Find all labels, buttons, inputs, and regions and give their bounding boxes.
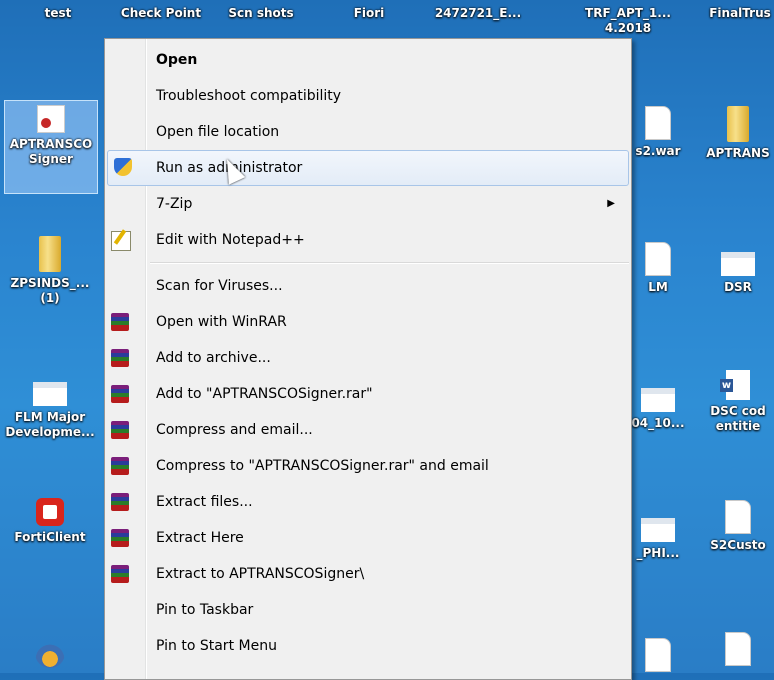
menu-item-label: Extract files... xyxy=(156,494,253,510)
menu-item-compress-and-email[interactable]: Compress and email... xyxy=(105,412,631,448)
spreadsheet-icon xyxy=(645,638,671,672)
menu-item-label: Scan for Viruses... xyxy=(156,278,283,294)
menu-item-label: Edit with Notepad++ xyxy=(156,232,305,248)
desktop-icon-label: APTRANSCO Signer xyxy=(9,137,93,166)
menu-item-extract-to-folder[interactable]: Extract to APTRANSCOSigner\ xyxy=(105,556,631,592)
menu-item-open-with-winrar[interactable]: Open with WinRAR xyxy=(105,304,631,340)
winrar-icon xyxy=(111,529,129,547)
window-icon xyxy=(641,388,675,412)
menu-item-open[interactable]: Open xyxy=(105,42,631,78)
desktop-icon-aptransco-signer[interactable]: APTRANSCO Signer xyxy=(4,100,98,194)
winrar-icon xyxy=(111,457,129,475)
document-icon xyxy=(725,632,751,666)
menu-item-scan-for-viruses[interactable]: Scan for Viruses... xyxy=(105,268,631,304)
desktop-icon-bottom-right[interactable] xyxy=(692,632,774,670)
menu-item-pin-to-taskbar[interactable]: Pin to Taskbar xyxy=(105,592,631,628)
winrar-icon xyxy=(111,421,129,439)
desktop-icon-check-point[interactable]: Check Point xyxy=(115,6,207,21)
menu-item-troubleshoot-compatibility[interactable]: Troubleshoot compatibility xyxy=(105,78,631,114)
desktop-icon-label: TRF_APT_1... 4.2018 xyxy=(585,6,671,35)
desktop-icon-trf-apt[interactable]: TRF_APT_1... 4.2018 xyxy=(582,6,674,36)
winrar-icon xyxy=(111,565,129,583)
menu-item-label: Open with WinRAR xyxy=(156,314,287,330)
desktop-icon-2472721[interactable]: 2472721_E... xyxy=(432,6,524,21)
menu-separator xyxy=(150,262,629,264)
menu-item-compress-to-rar-and-email[interactable]: Compress to "APTRANSCOSigner.rar" and em… xyxy=(105,448,631,484)
menu-item-label: Troubleshoot compatibility xyxy=(156,88,342,104)
winrar-icon xyxy=(111,349,129,367)
document-icon xyxy=(645,242,671,276)
desktop-icon-finaltrus[interactable]: FinalTrus xyxy=(694,6,774,21)
menu-item-label: Extract to APTRANSCOSigner\ xyxy=(156,566,365,582)
menu-item-label: Add to archive... xyxy=(156,350,271,366)
menu-item-add-to-archive[interactable]: Add to archive... xyxy=(105,340,631,376)
menu-item-label: Extract Here xyxy=(156,530,244,546)
document-icon xyxy=(725,500,751,534)
menu-item-extract-files[interactable]: Extract files... xyxy=(105,484,631,520)
desktop-icon-dsr[interactable]: DSR xyxy=(692,242,774,295)
desktop-icon-aptrans[interactable]: APTRANS xyxy=(692,106,774,161)
desktop-icon-label: test xyxy=(44,6,72,20)
document-icon xyxy=(645,106,671,140)
menu-item-label: Pin to Taskbar xyxy=(156,602,254,618)
menu-item-add-to-rar[interactable]: Add to "APTRANSCOSigner.rar" xyxy=(105,376,631,412)
desktop-icon-label: DSR xyxy=(724,280,752,294)
app-shortcut-icon xyxy=(35,638,65,668)
winrar-icon xyxy=(111,493,129,511)
context-menu: Open Troubleshoot compatibility Open fil… xyxy=(104,38,632,680)
desktop-icon-zpsinds[interactable]: ZPSINDS_... (1) xyxy=(4,236,96,306)
desktop-icon-label: DSC cod entitie xyxy=(710,404,766,433)
desktop-icon-flm-major[interactable]: FLM Major Developme... xyxy=(4,372,96,440)
menu-item-label: Open file location xyxy=(156,124,280,140)
menu-item-7-zip[interactable]: 7-Zip ▶ xyxy=(105,186,631,222)
window-icon xyxy=(721,252,755,276)
submenu-arrow-icon: ▶ xyxy=(607,198,615,209)
folder-icon xyxy=(39,236,61,272)
winrar-icon xyxy=(111,313,129,331)
desktop-icon-bottom-left[interactable] xyxy=(4,638,96,672)
signer-app-icon xyxy=(37,105,65,133)
notepad-plus-plus-icon xyxy=(111,231,131,251)
winrar-icon xyxy=(111,385,129,403)
word-document-icon xyxy=(720,370,750,400)
menu-item-run-as-administrator[interactable]: Run as administrator xyxy=(107,150,629,186)
desktop-icon-label: FortiClient xyxy=(14,530,86,544)
window-icon xyxy=(641,518,675,542)
folder-icon xyxy=(727,106,749,142)
desktop-icon-test[interactable]: test xyxy=(12,6,104,21)
menu-item-label: Pin to Start Menu xyxy=(156,638,277,654)
menu-item-label: Compress and email... xyxy=(156,422,313,438)
desktop-icon-scn-shots[interactable]: Scn shots xyxy=(215,6,307,21)
desktop-icon-label: Check Point xyxy=(120,6,202,20)
menu-item-label: Open xyxy=(156,52,198,68)
menu-item-label: Compress to "APTRANSCOSigner.rar" and em… xyxy=(156,458,489,474)
desktop-icon-label: FinalTrus xyxy=(709,6,771,20)
desktop-icon-label: Scn shots xyxy=(228,6,294,20)
menu-item-pin-to-start-menu[interactable]: Pin to Start Menu xyxy=(105,628,631,664)
desktop-icon-dsc-code[interactable]: DSC cod entitie xyxy=(692,370,774,434)
desktop-icon-label: S2Custo xyxy=(710,538,766,552)
desktop-icon-label: APTRANS xyxy=(706,146,770,160)
desktop-icon-forticlient[interactable]: FortiClient xyxy=(4,498,96,545)
menu-item-open-file-location[interactable]: Open file location xyxy=(105,114,631,150)
desktop-icon-label: 2472721_E... xyxy=(434,6,522,20)
menu-item-edit-with-notepad-plus-plus[interactable]: Edit with Notepad++ xyxy=(105,222,631,258)
desktop-icon-label: FLM Major Developme... xyxy=(5,410,95,439)
window-icon xyxy=(33,382,67,406)
desktop-icon-label: Fiori xyxy=(353,6,385,20)
desktop-icon-s2custo[interactable]: S2Custo xyxy=(692,500,774,553)
menu-item-label: 7-Zip xyxy=(156,196,193,212)
uac-shield-icon xyxy=(114,158,132,176)
desktop-icon-fiori[interactable]: Fiori xyxy=(323,6,415,21)
menu-item-label: Add to "APTRANSCOSigner.rar" xyxy=(156,386,373,402)
menu-item-extract-here[interactable]: Extract Here xyxy=(105,520,631,556)
desktop-icon-label: ZPSINDS_... (1) xyxy=(10,276,90,305)
forticlient-icon xyxy=(36,498,64,526)
